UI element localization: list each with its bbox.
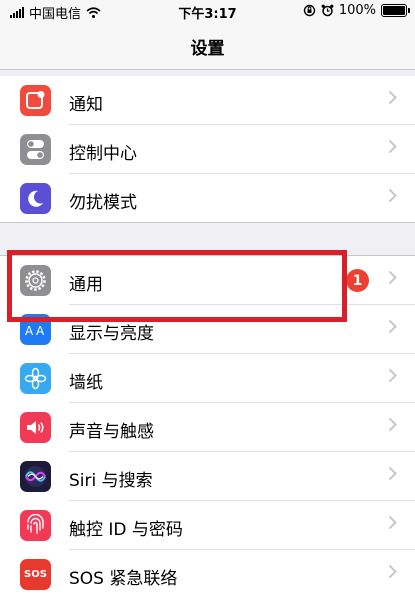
- settings-item-emergency-sos[interactable]: SOS SOS 紧急联络: [0, 550, 415, 599]
- svg-text:A: A: [25, 324, 34, 338]
- chevron-right-icon: [388, 90, 397, 105]
- chevron-right-icon: [388, 368, 397, 383]
- chevron-right-icon: [388, 515, 397, 530]
- settings-item-label: SOS 紧急联络: [69, 569, 178, 589]
- siri-icon: [20, 461, 51, 492]
- settings-item-label: 显示与亮度: [69, 324, 154, 344]
- settings-item-label: 控制中心: [69, 144, 137, 164]
- page-title: 设置: [190, 39, 225, 59]
- sos-icon-text: SOS: [24, 569, 47, 580]
- control-center-icon: [20, 134, 51, 165]
- chevron-right-icon: [388, 139, 397, 154]
- settings-item-label: 勿扰模式: [69, 193, 137, 213]
- highlight-annotation-box: [7, 250, 347, 322]
- status-bar: 中国电信 下午3:17 100%: [0, 0, 415, 22]
- svg-text:A: A: [36, 324, 45, 338]
- chevron-right-icon: [388, 417, 397, 432]
- settings-item-label: Siri 与搜索: [69, 471, 153, 491]
- chevron-right-icon: [388, 319, 397, 334]
- sos-icon: SOS: [20, 559, 51, 590]
- battery-percent: 100%: [338, 3, 376, 18]
- navigation-bar: 设置: [0, 22, 415, 70]
- settings-item-label: 声音与触感: [69, 422, 154, 442]
- settings-item-control-center[interactable]: 控制中心: [0, 125, 415, 174]
- alarm-icon: [321, 4, 334, 17]
- settings-item-label: 墙纸: [69, 373, 103, 393]
- chevron-right-icon: [388, 270, 397, 285]
- moon-icon: [20, 183, 51, 214]
- fingerprint-icon: [20, 510, 51, 541]
- update-badge: 1: [346, 269, 369, 292]
- speaker-icon: [20, 412, 51, 443]
- settings-item-label: 通知: [69, 95, 103, 115]
- wallpaper-flower-icon: [20, 363, 51, 394]
- status-right: 100%: [303, 3, 410, 18]
- notification-icon: [20, 85, 51, 116]
- settings-item-touch-id-passcode[interactable]: 触控 ID 与密码: [0, 501, 415, 550]
- settings-item-siri-search[interactable]: Siri 与搜索: [0, 452, 415, 501]
- settings-item-sounds-haptics[interactable]: 声音与触感: [0, 403, 415, 452]
- settings-item-wallpaper[interactable]: 墙纸: [0, 354, 415, 403]
- chevron-right-icon: [388, 466, 397, 481]
- orientation-lock-icon: [303, 4, 316, 17]
- settings-item-label: 触控 ID 与密码: [69, 520, 183, 540]
- chevron-right-icon: [388, 188, 397, 203]
- battery-icon: [381, 4, 410, 17]
- chevron-right-icon: [388, 564, 397, 579]
- settings-item-notifications[interactable]: 通知: [0, 76, 415, 125]
- settings-item-do-not-disturb[interactable]: 勿扰模式: [0, 174, 415, 223]
- settings-group-1: 通知 控制中心 勿扰模式: [0, 76, 415, 223]
